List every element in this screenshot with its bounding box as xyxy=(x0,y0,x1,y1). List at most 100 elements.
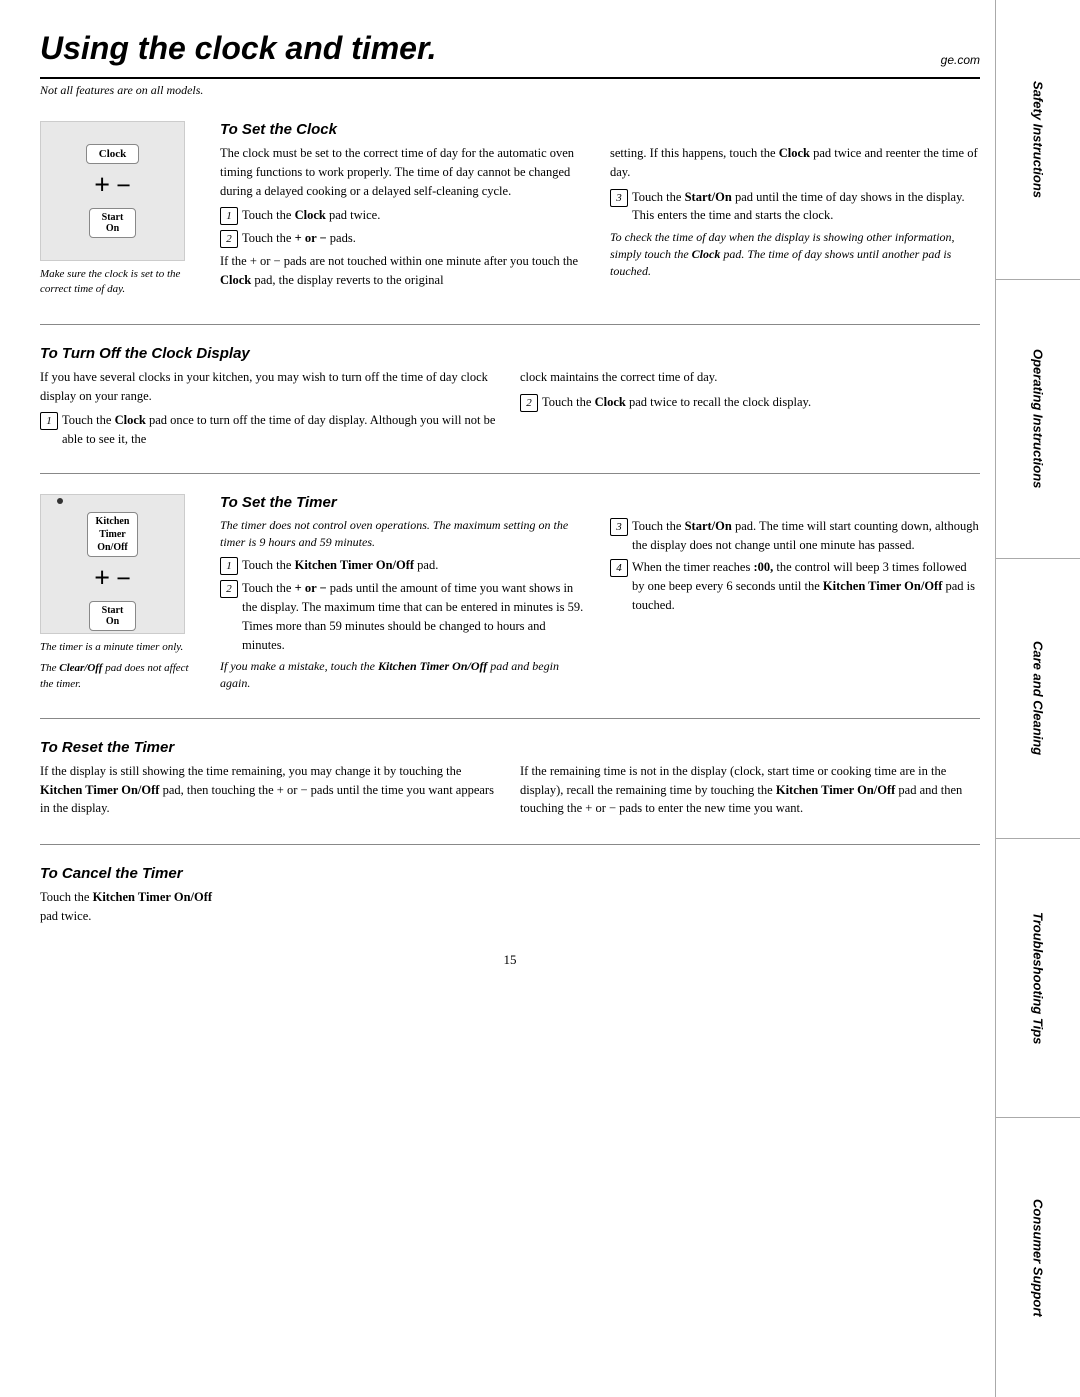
timer-plus-minus: + − xyxy=(94,565,131,593)
step2-text: Touch the + or − pads. xyxy=(242,229,590,248)
divider-2 xyxy=(40,473,980,474)
set-clock-heading: To Set the Clock xyxy=(220,121,980,138)
sidebar-item-consumer[interactable]: Consumer Support xyxy=(996,1118,1080,1397)
divider-3 xyxy=(40,718,980,719)
timer-start-button: StartOn xyxy=(89,601,137,631)
set-timer-heading: To Set the Timer xyxy=(220,494,980,511)
step-num-3: 3 xyxy=(610,189,628,207)
set-clock-step3: 3 Touch the Start/On pad until the time … xyxy=(610,188,980,226)
kitchen-timer-button: KitchenTimerOn/Off xyxy=(87,512,139,557)
clock-start-button: StartOn xyxy=(89,208,137,238)
page-subtitle: Not all features are on all models. xyxy=(40,81,980,99)
sidebar-consumer-label: Consumer Support xyxy=(1031,1199,1046,1317)
set-timer-step4-text: When the timer reaches :00, the control … xyxy=(632,558,980,614)
clock-image-col: Clock + − StartOn Make sure the clock is… xyxy=(40,121,200,304)
timer-device-image: KitchenTimerOn/Off + − StartOn xyxy=(40,494,185,634)
set-timer-step3: 3 Touch the Start/On pad. The time will … xyxy=(610,517,980,555)
sidebar-item-care[interactable]: Care and Cleaning xyxy=(996,559,1080,839)
reset-timer-right-col: If the remaining time is not in the disp… xyxy=(520,762,980,824)
turn-off-clock-heading: To Turn Off the Clock Display xyxy=(40,345,980,362)
turn-off-step1: 1 Touch the Clock pad once to turn off t… xyxy=(40,411,500,449)
set-timer-section: KitchenTimerOn/Off + − StartOn The timer… xyxy=(40,484,980,708)
step3-text: Touch the Start/On pad until the time of… xyxy=(632,188,980,226)
set-timer-two-col: The timer does not control oven operatio… xyxy=(220,517,980,698)
set-timer-step4: 4 When the timer reaches :00, the contro… xyxy=(610,558,980,614)
step-num-1c: 1 xyxy=(220,557,238,575)
step-num-4c: 4 xyxy=(610,559,628,577)
timer-image-col: KitchenTimerOn/Off + − StartOn The timer… xyxy=(40,494,200,698)
sidebar: Safety Instructions Operating Instructio… xyxy=(995,0,1080,1397)
turn-off-step2: 2 Touch the Clock pad twice to recall th… xyxy=(520,393,980,412)
page-title: Using the clock and timer. xyxy=(40,30,437,67)
turn-off-step1-text: Touch the Clock pad once to turn off the… xyxy=(62,411,500,449)
sidebar-item-troubleshooting[interactable]: Troubleshooting Tips xyxy=(996,839,1080,1119)
sidebar-operating-label: Operating Instructions xyxy=(1031,349,1046,488)
sidebar-troubleshooting-label: Troubleshooting Tips xyxy=(1031,912,1046,1044)
timer-dot-icon xyxy=(57,498,63,504)
set-clock-right-col: setting. If this happens, touch the Cloc… xyxy=(610,144,980,296)
turn-off-two-col: If you have several clocks in your kitch… xyxy=(40,368,980,453)
set-timer-right-col: 3 Touch the Start/On pad. The time will … xyxy=(610,517,980,698)
reset-timer-section: To Reset the Timer If the display is sti… xyxy=(40,729,980,834)
divider-1 xyxy=(40,324,980,325)
page-number: 15 xyxy=(40,952,980,978)
turn-off-step2-text: Touch the Clock pad twice to recall the … xyxy=(542,393,980,412)
set-timer-step3-text: Touch the Start/On pad. The time will st… xyxy=(632,517,980,555)
timer-image-caption2: The Clear/Off pad does not affect the ti… xyxy=(40,661,200,692)
set-clock-step2: 2 Touch the + or − pads. xyxy=(220,229,590,248)
turn-off-right-col: clock maintains the correct time of day.… xyxy=(520,368,980,453)
reset-timer-heading: To Reset the Timer xyxy=(40,739,980,756)
main-content: Using the clock and timer. ge.com Not al… xyxy=(40,0,980,978)
set-clock-content: To Set the Clock The clock must be set t… xyxy=(220,121,980,304)
set-clock-two-col: The clock must be set to the correct tim… xyxy=(220,144,980,296)
reset-timer-body1: If the display is still showing the time… xyxy=(40,762,500,818)
sidebar-care-label: Care and Cleaning xyxy=(1031,641,1046,755)
timer-plus-icon: + xyxy=(94,565,110,593)
ge-com: ge.com xyxy=(941,53,980,67)
step-num-2: 2 xyxy=(220,230,238,248)
clock-button: Clock xyxy=(86,144,140,164)
set-timer-step1: 1 Touch the Kitchen Timer On/Off pad. xyxy=(220,556,590,575)
sidebar-safety-label: Safety Instructions xyxy=(1031,81,1046,198)
set-clock-step1: 1 Touch the Clock pad twice. xyxy=(220,206,590,225)
clock-plus-minus: + − xyxy=(94,172,131,200)
set-timer-left-col: The timer does not control oven operatio… xyxy=(220,517,590,698)
set-timer-step2-text: Touch the + or − pads until the amount o… xyxy=(242,579,590,654)
set-clock-body2: If the + or − pads are not touched withi… xyxy=(220,252,590,290)
set-clock-section: Clock + − StartOn Make sure the clock is… xyxy=(40,111,980,314)
reset-timer-body2: If the remaining time is not in the disp… xyxy=(520,762,980,818)
clock-device-image: Clock + − StartOn xyxy=(40,121,185,261)
sidebar-item-safety[interactable]: Safety Instructions xyxy=(996,0,1080,280)
step-num-1b: 1 xyxy=(40,412,58,430)
turn-off-right-body1: clock maintains the correct time of day. xyxy=(520,368,980,387)
set-timer-step1-text: Touch the Kitchen Timer On/Off pad. xyxy=(242,556,590,575)
divider-4 xyxy=(40,844,980,845)
set-timer-step2: 2 Touch the + or − pads until the amount… xyxy=(220,579,590,654)
step-num-2b: 2 xyxy=(520,394,538,412)
set-clock-left-col: The clock must be set to the correct tim… xyxy=(220,144,590,296)
cancel-timer-section: To Cancel the Timer Touch the Kitchen Ti… xyxy=(40,855,980,942)
turn-off-left-col: If you have several clocks in your kitch… xyxy=(40,368,500,453)
reset-timer-two-col: If the display is still showing the time… xyxy=(40,762,980,824)
timer-minus-icon: − xyxy=(116,566,131,592)
cancel-timer-body1: Touch the Kitchen Timer On/Offpad twice. xyxy=(40,888,980,926)
clock-image-caption: Make sure the clock is set to the correc… xyxy=(40,267,200,298)
turn-off-body1: If you have several clocks in your kitch… xyxy=(40,368,500,406)
set-timer-italic-note2: If you make a mistake, touch the Kitchen… xyxy=(220,658,590,692)
step-num-2c: 2 xyxy=(220,580,238,598)
set-clock-italic-note: To check the time of day when the displa… xyxy=(610,229,980,279)
step-num-1: 1 xyxy=(220,207,238,225)
step1-text: Touch the Clock pad twice. xyxy=(242,206,590,225)
sidebar-item-operating[interactable]: Operating Instructions xyxy=(996,280,1080,560)
turn-off-clock-section: To Turn Off the Clock Display If you hav… xyxy=(40,335,980,463)
reset-timer-left-col: If the display is still showing the time… xyxy=(40,762,500,824)
set-timer-italic-note1: The timer does not control oven operatio… xyxy=(220,517,590,551)
set-timer-content: To Set the Timer The timer does not cont… xyxy=(220,494,980,698)
clock-minus-icon: − xyxy=(116,173,131,199)
cancel-timer-heading: To Cancel the Timer xyxy=(40,865,980,882)
clock-plus-icon: + xyxy=(94,172,110,200)
timer-image-caption1: The timer is a minute timer only. xyxy=(40,640,200,655)
set-clock-right-body1: setting. If this happens, touch the Cloc… xyxy=(610,144,980,182)
set-clock-body1: The clock must be set to the correct tim… xyxy=(220,144,590,200)
step-num-3c: 3 xyxy=(610,518,628,536)
